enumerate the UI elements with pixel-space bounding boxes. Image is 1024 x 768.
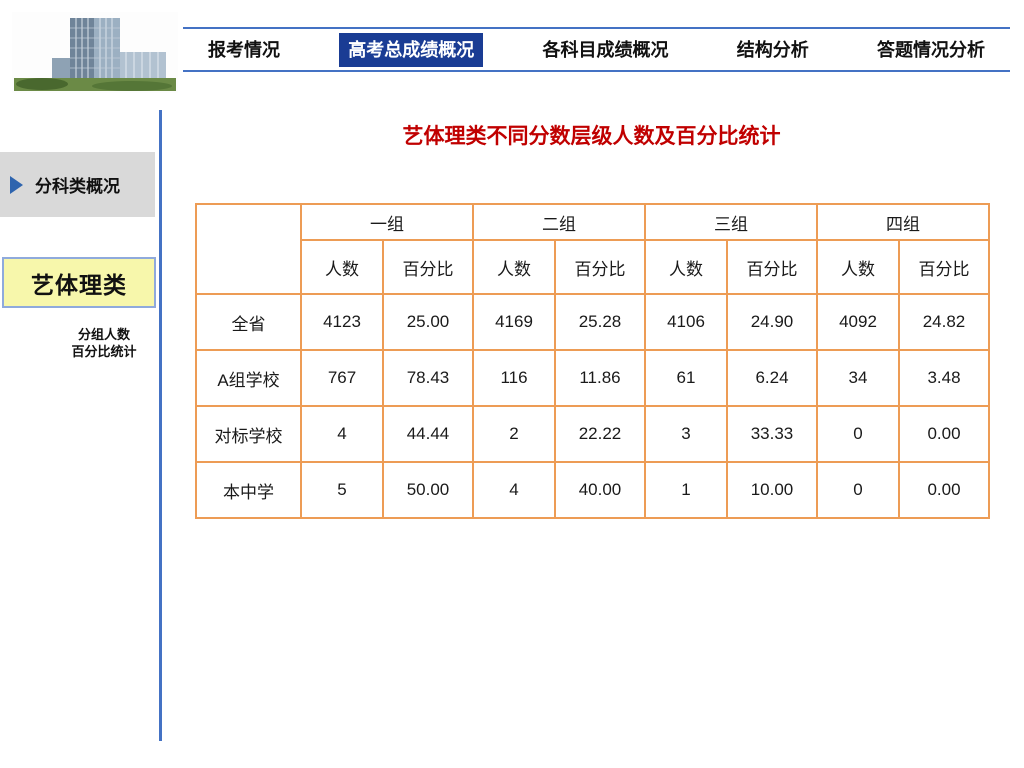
table-cell: 3 [644,405,728,463]
table-cell: 4169 [472,293,556,351]
tab-answer-analysis[interactable]: 答题情况分析 [868,33,994,67]
table-cell: 11.86 [554,349,646,407]
tab-total-score-overview[interactable]: 高考总成绩概况 [339,32,484,67]
table-cell: 33.33 [726,405,818,463]
group-header: 二组 [472,203,646,241]
sub-header-count: 人数 [472,239,556,295]
stats-table: 一组 二组 三组 四组 人数 百分比 人数 百分比 人数 百分比 人数 百分比 [195,203,990,519]
row-header: 本中学 [195,461,302,519]
group-header: 一组 [300,203,474,241]
sidebar-section-label: 分科类概况 [35,177,120,196]
row-header: A组学校 [195,349,302,407]
sub-header-percent: 百分比 [898,239,990,295]
page-title: 艺体理类不同分数层级人数及百分比统计 [402,125,781,148]
table-cell: 6.24 [726,349,818,407]
table-row-this-school: 本中学 5 50.00 4 40.00 1 10.00 0 0.00 [195,461,990,519]
table-cell: 40.00 [554,461,646,519]
play-arrow-icon [10,175,23,194]
sub-header-percent: 百分比 [382,239,474,295]
table-cell: 4092 [816,293,900,351]
sidebar-item-subject-category-overview[interactable]: 分科类概况 [0,152,155,217]
sub-header-percent: 百分比 [554,239,646,295]
tab-structure-analysis[interactable]: 结构分析 [728,33,818,67]
table-cell: 4123 [300,293,384,351]
sidebar-subitem-line1: 分组人数 [77,327,130,342]
table-cell: 1 [644,461,728,519]
table-cell: 50.00 [382,461,474,519]
table-cell: 78.43 [382,349,474,407]
table-cell: 116 [472,349,556,407]
table-row-province: 全省 4123 25.00 4169 25.28 4106 24.90 4092… [195,293,990,351]
table-cell: 24.82 [898,293,990,351]
sub-header-count: 人数 [816,239,900,295]
sidebar-subitem-line2: 百分比统计 [71,344,137,359]
main-content: 艺体理类不同分数层级人数及百分比统计 一组 二组 三组 四组 人数 百分比 人数… [195,110,990,519]
sidebar-subitem-group-percentage-stats[interactable]: 分组人数 百分比统计 [0,326,160,360]
corner-cell [195,203,302,295]
row-header: 对标学校 [195,405,302,463]
table-cell: 0 [816,405,900,463]
table-cell: 0 [816,461,900,519]
table-cell: 4 [300,405,384,463]
table-cell: 4 [472,461,556,519]
table-cell: 767 [300,349,384,407]
page: 报考情况 高考总成绩概况 各科目成绩概况 结构分析 答题情况分析 分科类概况 艺… [0,0,1024,768]
sidebar-divider [159,110,162,741]
table-cell: 4106 [644,293,728,351]
table-cell: 3.48 [898,349,990,407]
tab-application-status[interactable]: 报考情况 [199,33,289,67]
sub-header-count: 人数 [300,239,384,295]
table-cell: 44.44 [382,405,474,463]
table-cell: 5 [300,461,384,519]
table-cell: 2 [472,405,556,463]
sub-header-percent: 百分比 [726,239,818,295]
table-cell: 0.00 [898,461,990,519]
table-cell: 25.28 [554,293,646,351]
sidebar-item-art-pe-science[interactable]: 艺体理类 [2,257,156,308]
table-cell: 25.00 [382,293,474,351]
table-cell: 24.90 [726,293,818,351]
table-cell: 22.22 [554,405,646,463]
table-cell: 0.00 [898,405,990,463]
tab-subject-score-overview[interactable]: 各科目成绩概况 [534,33,678,67]
group-header: 四组 [816,203,990,241]
table-group-header-row: 一组 二组 三组 四组 [195,203,990,295]
table-row-group-a-schools: A组学校 767 78.43 116 11.86 61 6.24 34 3.48 [195,349,990,407]
table-cell: 34 [816,349,900,407]
sub-header-count: 人数 [644,239,728,295]
table-row-benchmark-schools: 对标学校 4 44.44 2 22.22 3 33.33 0 0.00 [195,405,990,463]
table-cell: 61 [644,349,728,407]
building-logo-icon [12,12,178,93]
row-header: 全省 [195,293,302,351]
group-header: 三组 [644,203,818,241]
table-cell: 10.00 [726,461,818,519]
top-nav: 报考情况 高考总成绩概况 各科目成绩概况 结构分析 答题情况分析 [183,27,1010,72]
table-sub-header-row: 人数 百分比 人数 百分比 人数 百分比 人数 百分比 [196,239,990,295]
